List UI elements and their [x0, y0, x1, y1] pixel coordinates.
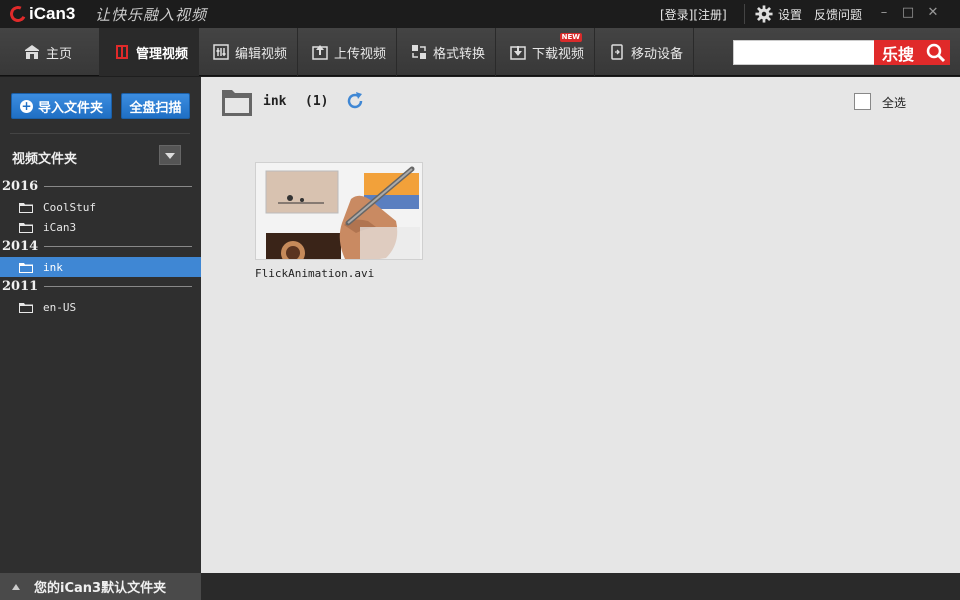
select-all-checkbox[interactable] — [854, 93, 871, 110]
folder-icon — [19, 202, 33, 213]
chevron-down-icon[interactable] — [159, 145, 181, 165]
sidebar-folder-ican3[interactable]: iCan3 — [0, 217, 201, 237]
nav-mobile-device-label: 移动设备 — [631, 46, 684, 62]
search-button[interactable]: 乐搜 — [874, 40, 950, 65]
default-folder-label: 您的iCan3默认文件夹 — [34, 581, 167, 596]
edit-video-icon — [213, 44, 229, 60]
convert-icon — [412, 45, 426, 59]
title-bar: iCan3 让快乐融入视频 [登录][注册] 设置 反馈问题 – □ ✕ — [0, 0, 960, 28]
sidebar-folder-ink[interactable]: ink — [0, 257, 201, 277]
maximize-button[interactable]: □ — [899, 4, 917, 22]
nav-download-video-label: 下载视频 — [532, 46, 585, 62]
select-all-label: 全选 — [882, 96, 907, 110]
folder-label: en-US — [43, 300, 77, 314]
folder-icon — [222, 90, 252, 116]
nav-mobile-device[interactable]: 移动设备 — [595, 28, 694, 76]
nav-format-convert-label: 格式转换 — [433, 46, 486, 62]
video-filename[interactable]: FlickAnimation.avi — [255, 267, 374, 280]
logo-c-icon — [7, 3, 29, 25]
nav-home-label: 主页 — [46, 46, 73, 62]
nav-manage-video[interactable]: 管理视频 — [100, 28, 199, 76]
year-label: 2011 — [2, 279, 39, 294]
triangle-up-icon — [12, 583, 20, 590]
folder-icon — [19, 262, 33, 273]
video-folders-title: 视频文件夹 — [12, 152, 78, 167]
nav-format-convert[interactable]: 格式转换 — [397, 28, 496, 76]
upload-icon — [312, 45, 328, 60]
search-icon — [926, 43, 946, 63]
refresh-icon[interactable] — [345, 91, 365, 111]
search-button-label: 乐搜 — [882, 44, 915, 64]
nav-upload-video-label: 上传视频 — [334, 46, 387, 62]
current-folder-name: ink — [263, 94, 287, 109]
year-label: 2014 — [2, 239, 39, 254]
year-label: 2016 — [2, 179, 39, 194]
folder-label: iCan3 — [43, 220, 77, 234]
home-icon — [25, 45, 39, 59]
manage-video-icon — [116, 45, 128, 59]
main-content: ink (1) 全选 FlickAnimation.avi — [201, 77, 960, 573]
sidebar-folder-coolstuf[interactable]: CoolStuf — [0, 197, 201, 217]
full-scan-button[interactable]: 全盘扫描 — [121, 93, 190, 119]
import-folder-button[interactable]: + 导入文件夹 — [11, 93, 112, 119]
app-slogan: 让快乐融入视频 — [95, 6, 208, 24]
new-badge: NEW — [559, 33, 582, 42]
full-scan-label: 全盘扫描 — [129, 100, 182, 116]
nav-home[interactable]: 主页 — [0, 28, 100, 76]
year-header-2014: 2014 — [2, 239, 192, 254]
feedback-link[interactable]: 反馈问题 — [814, 6, 862, 23]
settings-link[interactable]: 设置 — [778, 6, 802, 23]
nav-edit-video-label: 编辑视频 — [235, 46, 288, 62]
year-header-2011: 2011 — [2, 279, 192, 294]
app-name: iCan3 — [29, 4, 76, 23]
default-folder-button[interactable]: 您的iCan3默认文件夹 — [0, 573, 201, 600]
login-register-link[interactable]: [登录][注册] — [660, 6, 727, 23]
sidebar-folder-en-us[interactable]: en-US — [0, 297, 201, 317]
bottom-bar: 您的iCan3默认文件夹 — [0, 573, 960, 600]
title-separator — [744, 4, 745, 24]
app-logo: iCan3 — [7, 3, 76, 25]
gear-icon[interactable] — [755, 5, 773, 23]
video-thumbnail[interactable] — [255, 162, 423, 260]
nav-edit-video[interactable]: 编辑视频 — [199, 28, 298, 76]
minimize-button[interactable]: – — [875, 4, 893, 22]
nav-manage-video-label: 管理视频 — [136, 46, 189, 62]
nav-download-video[interactable]: 下载视频 NEW — [496, 28, 595, 76]
import-folder-label: 导入文件夹 — [37, 100, 103, 116]
folder-icon — [19, 302, 33, 313]
plus-icon: + — [19, 98, 33, 113]
mobile-device-icon — [611, 44, 623, 60]
folder-label: ink — [43, 260, 63, 274]
video-thumbnail-image — [256, 163, 422, 259]
sidebar: + 导入文件夹 全盘扫描 视频文件夹 2016 CoolStuf iCan3 2… — [0, 77, 201, 573]
video-count: (1) — [305, 94, 329, 109]
sidebar-divider — [10, 133, 190, 134]
search-input[interactable] — [733, 40, 875, 65]
year-header-2016: 2016 — [2, 179, 192, 194]
download-icon — [510, 46, 526, 60]
nav-upload-video[interactable]: 上传视频 — [298, 28, 397, 76]
folder-label: CoolStuf — [43, 200, 96, 214]
folder-icon — [19, 222, 33, 233]
close-button[interactable]: ✕ — [924, 4, 942, 22]
